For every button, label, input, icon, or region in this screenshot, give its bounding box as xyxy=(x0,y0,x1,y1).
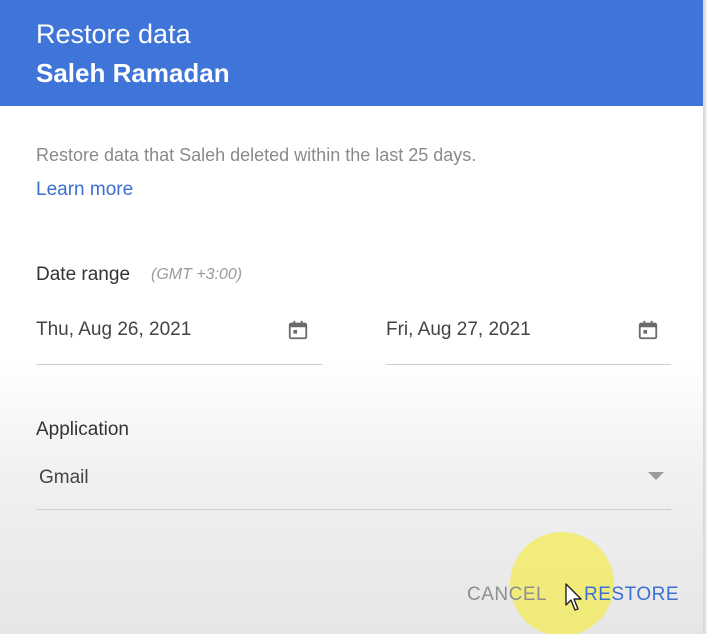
restore-data-dialog: Restore data Saleh Ramadan Restore data … xyxy=(0,0,705,634)
user-name: Saleh Ramadan xyxy=(36,58,230,88)
start-date-value: Thu, Aug 26, 2021 xyxy=(36,319,192,340)
learn-more-link[interactable]: Learn more xyxy=(36,178,133,202)
date-range-label: Date range xyxy=(36,264,131,285)
calendar-icon[interactable] xyxy=(287,319,309,341)
restore-button[interactable]: RESTORE xyxy=(584,583,679,607)
mouse-pointer-icon xyxy=(565,583,582,611)
application-selected-value: Gmail xyxy=(39,467,89,488)
dialog-title: Restore data xyxy=(36,19,191,49)
restore-description: Restore data that Saleh deleted within t… xyxy=(36,145,477,165)
dropdown-arrow-icon xyxy=(648,472,664,480)
calendar-icon[interactable] xyxy=(637,319,659,341)
start-date-field[interactable]: Thu, Aug 26, 2021 xyxy=(36,306,322,365)
application-label: Application xyxy=(36,419,129,440)
dialog-header: Restore data Saleh Ramadan xyxy=(0,0,705,106)
timezone-label: (GMT +3:00) xyxy=(151,266,243,283)
cancel-button[interactable]: CANCEL xyxy=(467,583,547,607)
application-select[interactable]: Gmail xyxy=(36,456,671,510)
end-date-field[interactable]: Fri, Aug 27, 2021 xyxy=(386,306,671,365)
dialog-edge xyxy=(703,0,705,634)
end-date-value: Fri, Aug 27, 2021 xyxy=(386,319,531,340)
